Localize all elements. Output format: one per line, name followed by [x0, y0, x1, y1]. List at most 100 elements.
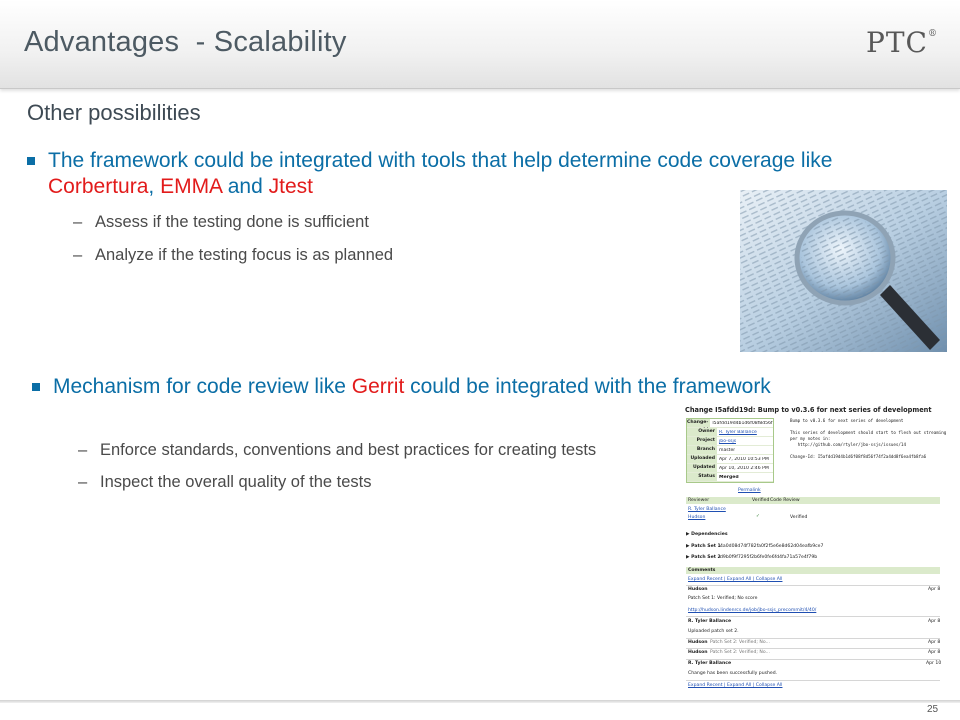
bullet-text-part: Mechanism for code review like: [53, 375, 352, 398]
bullet-marker: [27, 157, 35, 165]
dependencies-toggle[interactable]: ▶ Dependencies: [686, 532, 728, 537]
info-key: Status: [687, 473, 717, 481]
sub-bullet-text: Assess if the testing done is sufficient: [95, 213, 369, 231]
section-label: Dependencies: [691, 532, 728, 537]
info-value: R. Tyler Ballance: [719, 429, 757, 435]
info-row: Uploaded Apr 7, 2010 10:53 PM: [687, 455, 773, 464]
info-key: Change-Id: [687, 419, 711, 433]
bullet-text-part: could be integrated with the framework: [404, 375, 771, 398]
expand-links[interactable]: Expand Recent | Expand All | Collapse Al…: [688, 577, 782, 582]
permalink-link[interactable]: Permalink: [738, 488, 761, 493]
info-key: Owner: [687, 428, 717, 436]
comment-author: Hudson: [688, 640, 708, 645]
gerrit-change-title: Change I5afdd19d: Bump to v0.3.6 for nex…: [685, 406, 932, 414]
patch-hash: d9b0f9f7295f2b6fe0fe6fd4fa71a57e4f79b: [720, 555, 818, 560]
highlight-jtest: Jtest: [268, 175, 313, 198]
gerrit-info-table: Change-IdI5afdd19d4b1d6f08f8d56f74f2a4dd…: [686, 418, 774, 483]
commit-message: Bump to v0.3.6 for next series of develo…: [790, 418, 946, 459]
info-row: Change-IdI5afdd19d4b1d6f08f8d56f74f2a4dd…: [687, 419, 773, 433]
bullet-marker: [32, 383, 40, 391]
patch-set-toggle[interactable]: ▶ Patch Set 2: [686, 555, 721, 560]
comment-text: Uploaded patch set 2.: [688, 629, 739, 634]
patch-set-toggle[interactable]: ▶ Patch Set 1: [686, 544, 721, 549]
comments-header: [686, 567, 940, 574]
sub-bullet: – Inspect the overall quality of the test…: [78, 473, 372, 492]
comment-date: Apr 10: [926, 661, 942, 666]
comment-author: R. Tyler Ballance: [688, 661, 732, 666]
expand-links[interactable]: Expand Recent | Expand All | Collapse Al…: [688, 683, 782, 688]
info-key: Branch: [687, 446, 717, 454]
dash: –: [78, 473, 88, 491]
divider: [686, 616, 940, 617]
comment-date: Apr 8: [928, 640, 941, 645]
comment-date: Apr 8: [928, 619, 941, 624]
info-row: Updated Apr 10, 2010 2:46 PM: [687, 464, 773, 473]
info-row: Project jbo-ssjs: [687, 437, 773, 446]
info-value: jbo-ssjs: [719, 438, 737, 444]
highlight-corbertura: Corbertura: [48, 175, 149, 198]
info-key: Updated: [687, 464, 717, 472]
bullet-text-part: The framework could be integrated with t…: [48, 149, 833, 172]
sub-bullet: – Analyze if the testing focus is as plan…: [73, 246, 393, 265]
ptc-logo: PTC®: [866, 26, 938, 59]
divider: [686, 680, 940, 681]
reviewer-name[interactable]: R. Tyler Ballance: [688, 507, 726, 512]
page-number: 25: [927, 704, 939, 715]
info-value: Apr 10, 2010 2:46 PM: [719, 465, 769, 471]
magnifying-glass-image: [740, 190, 947, 352]
logo-text: PTC: [866, 26, 928, 59]
info-key: Uploaded: [687, 455, 717, 463]
comment-author: Hudson: [688, 650, 708, 655]
info-row: Status Merged: [687, 473, 773, 482]
dash: –: [73, 246, 83, 264]
review-value: Verified: [790, 515, 808, 520]
highlight-gerrit: Gerrit: [351, 375, 405, 398]
verified-check-icon: ✓: [756, 514, 760, 519]
sub-bullet-text: Analyze if the testing focus is as plann…: [95, 246, 394, 264]
subheading: Other possibilities: [27, 100, 201, 125]
info-key: Project: [687, 437, 717, 445]
comment-date: Apr 8: [928, 650, 941, 655]
comment-text: Change has been successfully pushed.: [688, 671, 778, 676]
gerrit-screenshot: Change I5afdd19d: Bump to v0.3.6 for nex…: [680, 404, 946, 700]
footer-divider: [0, 700, 960, 703]
comment-author: R. Tyler Ballance: [688, 619, 732, 624]
sub-bullet: – Enforce standards, conventions and best…: [78, 441, 596, 460]
comment-text: Patch Set 1: Verified; No score: [688, 596, 758, 601]
slide-header: Advantages - Scalability PTC®: [0, 0, 960, 89]
info-value: Merged: [719, 474, 739, 480]
bullet-text-part: and: [221, 175, 269, 198]
patch-hash: 4a0d08d74f782fa0f2f5e6e8d62d04eafb9ce7: [720, 544, 824, 549]
info-value: Apr 7, 2010 10:53 PM: [719, 456, 769, 462]
section-label: Patch Set 1: [691, 544, 721, 549]
review-table-header: [686, 497, 940, 504]
dash: –: [78, 441, 88, 459]
review-header-code-review: Code Review: [770, 498, 800, 503]
comment-author: Hudson: [688, 587, 708, 592]
sub-bullet: – Assess if the testing done is sufficien…: [73, 213, 369, 232]
bullet-text: Mechanism for code review like Gerrit co…: [32, 374, 852, 400]
divider: [686, 638, 940, 639]
slide-title: Advantages - Scalability: [24, 26, 347, 58]
dash: –: [73, 213, 83, 231]
comments-label: Comments: [688, 568, 716, 573]
comment-text: Patch Set 2: Verified; No...: [710, 650, 770, 655]
reviewer-name[interactable]: Hudson: [688, 515, 705, 520]
sub-bullet-text: Inspect the overall quality of the tests: [100, 473, 372, 491]
highlight-emma: EMMA: [160, 175, 222, 198]
registered-mark: ®: [927, 29, 938, 39]
comment-link[interactable]: http://hudson.lindenrcs.de/job/jbo-ssjs_…: [688, 608, 816, 613]
section-label: Patch Set 2: [691, 555, 721, 560]
sub-bullet-text: Enforce standards, conventions and best …: [100, 441, 597, 459]
divider: [686, 648, 940, 649]
bullet-text-part: ,: [148, 175, 161, 198]
info-value: master: [719, 447, 736, 453]
info-row: Owner R. Tyler Ballance: [687, 428, 773, 437]
review-header-verified: Verified: [752, 498, 770, 503]
review-header-reviewer: Reviewer: [688, 498, 710, 503]
info-value: I5afdd19d4b1d6f08f8d56f74f2a4dd8f6ea4fb8…: [712, 420, 773, 426]
comment-date: Apr 8: [928, 587, 941, 592]
comment-text: Patch Set 2: Verified; No...: [710, 640, 770, 645]
divider: [686, 585, 940, 586]
info-row: Branch master: [687, 446, 773, 455]
